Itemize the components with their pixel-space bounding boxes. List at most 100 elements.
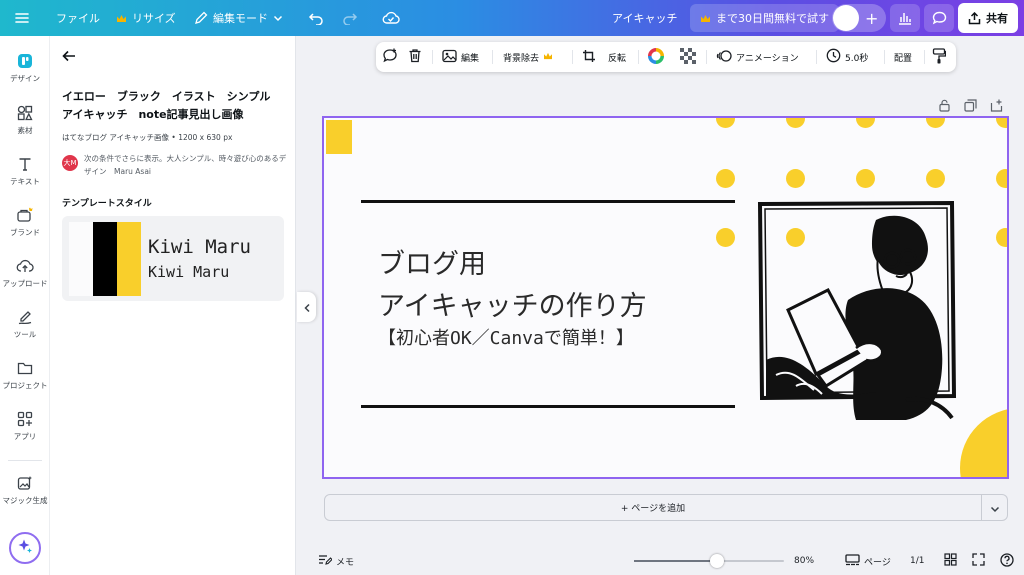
palette-swatch-black <box>93 222 117 296</box>
share-label: 共有 <box>986 12 1008 25</box>
bottom-rule-line[interactable] <box>361 405 735 408</box>
toolbar-divider <box>884 50 885 64</box>
rail-item-tools[interactable]: ツール <box>0 308 50 340</box>
resize-button[interactable]: リサイズ <box>116 0 176 36</box>
chevron-left-icon <box>303 298 311 317</box>
rail-item-projects[interactable]: プロジェクト <box>0 359 50 391</box>
edit-image-label: 編集 <box>461 53 480 64</box>
rail-item-apps[interactable]: アプリ <box>0 410 50 442</box>
document-title[interactable]: アイキャッチ <box>612 0 677 36</box>
shapes-icon <box>16 104 34 122</box>
fullscreen-button[interactable] <box>972 547 985 575</box>
copy-style-button[interactable] <box>932 42 947 72</box>
crop-button[interactable] <box>582 42 596 72</box>
rail-label: 素材 <box>17 126 33 135</box>
rail-item-design[interactable]: デザイン <box>0 52 50 84</box>
file-menu-button[interactable]: ファイル <box>56 0 100 36</box>
collapse-panel-button[interactable] <box>297 292 316 322</box>
menu-button[interactable] <box>14 0 30 36</box>
flip-button[interactable]: 反転 <box>608 42 626 72</box>
left-rail: デザイン 素材 テキスト ブランド アップロード ツール プロジェクト アプリ … <box>0 36 50 575</box>
headline-line-3[interactable]: 【初心者OK／Canvaで簡単！】 <box>378 324 634 350</box>
redo-button[interactable] <box>342 0 358 36</box>
toolbar-divider <box>924 50 925 64</box>
chevron-down-icon <box>990 498 1000 517</box>
rail-item-text[interactable]: テキスト <box>0 155 50 187</box>
free-trial-label: まで30日間無料で試す <box>716 12 829 25</box>
rail-item-uploads[interactable]: アップロード <box>0 257 50 289</box>
animation-label: アニメーション <box>736 53 799 64</box>
headline-line-2[interactable]: アイキャッチの作り方 <box>378 284 647 323</box>
share-button[interactable]: 共有 <box>958 3 1018 33</box>
duplicate-page-button[interactable] <box>964 97 977 116</box>
template-meta: はてなブログ アイキャッチ画像 • 1200 x 630 px <box>62 133 233 142</box>
top-bar: ファイル リサイズ 編集モード アイキャッチ まで30日間無料で試す + 共有 <box>0 0 1024 36</box>
animate-button[interactable]: アニメーション <box>716 42 799 72</box>
rail-label: ブランド <box>10 228 40 237</box>
collaborator-avatar-group[interactable]: + <box>832 4 886 32</box>
yellow-accent-square[interactable] <box>326 120 352 154</box>
delete-button[interactable] <box>408 42 422 72</box>
toolbar-divider <box>572 50 573 64</box>
background-remover-button[interactable]: 背景除去 <box>503 42 553 72</box>
add-page-options-button[interactable] <box>982 494 1008 521</box>
rail-label: プロジェクト <box>2 381 48 390</box>
design-canvas[interactable]: ブログ用 アイキャッチの作り方 【初心者OK／Canvaで簡単！】 <box>322 116 1009 479</box>
toolbar-divider <box>492 50 493 64</box>
page-counter[interactable]: 1/1 <box>910 547 924 575</box>
lock-page-button[interactable] <box>938 97 951 116</box>
pages-view-button[interactable]: ページ <box>845 547 891 575</box>
template-style-card[interactable]: Kiwi Maru Kiwi Maru <box>62 216 284 301</box>
avatar[interactable] <box>833 5 859 31</box>
edit-mode-dropdown[interactable]: 編集モード <box>194 0 283 36</box>
pages-icon <box>845 553 860 569</box>
yellow-dot <box>716 118 735 128</box>
duration-button[interactable]: 5.0秒 <box>826 42 868 72</box>
rail-item-brand[interactable]: ブランド <box>0 206 50 238</box>
transparency-button[interactable] <box>680 42 696 72</box>
comment-plus-icon <box>382 48 398 67</box>
free-trial-button[interactable]: まで30日間無料で試す <box>690 4 839 32</box>
notes-button[interactable]: メモ <box>318 547 354 575</box>
yellow-dot <box>996 118 1007 128</box>
notes-label: メモ <box>336 557 355 568</box>
rail-item-elements[interactable]: 素材 <box>0 104 50 136</box>
help-icon <box>1000 552 1014 570</box>
yellow-quarter-circle[interactable] <box>960 408 1007 477</box>
zoom-slider[interactable] <box>634 554 784 568</box>
help-button[interactable] <box>1000 547 1014 575</box>
author-avatar[interactable]: 大M <box>62 155 78 171</box>
text-icon <box>16 155 34 173</box>
duplicate-icon <box>964 97 977 116</box>
color-wheel-icon <box>647 47 665 68</box>
comment-add-button[interactable] <box>382 42 398 72</box>
bar-chart-icon <box>898 11 912 25</box>
zoom-slider-handle[interactable] <box>709 554 724 568</box>
magic-assistant-button[interactable] <box>9 532 41 564</box>
grid-view-button[interactable] <box>944 547 957 575</box>
add-page-after-button[interactable] <box>990 97 1003 116</box>
clock-icon <box>826 48 841 66</box>
add-collaborator-icon[interactable]: + <box>865 9 878 28</box>
color-picker-button[interactable] <box>647 42 665 72</box>
rail-label: マジック生成 <box>2 496 48 505</box>
lock-icon <box>938 97 951 116</box>
cloud-save-button[interactable] <box>382 0 400 36</box>
position-button[interactable]: 配置 <box>894 42 912 72</box>
rail-item-magic-media[interactable]: マジック生成 <box>0 474 50 506</box>
template-description[interactable]: 次の条件でさらに表示。大人シンプル、時々遊び心のあるデザイン Maru Asai <box>84 152 290 178</box>
yellow-dot <box>716 169 735 188</box>
back-button[interactable] <box>62 48 76 67</box>
insights-button[interactable] <box>890 4 920 32</box>
edit-image-button[interactable]: 編集 <box>442 42 479 72</box>
top-rule-line[interactable] <box>361 200 735 203</box>
comments-button[interactable] <box>924 4 954 32</box>
headline-line-1[interactable]: ブログ用 <box>378 242 486 281</box>
comment-icon <box>932 11 947 25</box>
add-page-button[interactable]: + ページを追加 <box>324 494 982 521</box>
zoom-value[interactable]: 80% <box>794 547 814 575</box>
file-menu-label: ファイル <box>56 12 100 25</box>
flip-label: 反転 <box>608 53 627 64</box>
undo-button[interactable] <box>308 0 324 36</box>
woman-with-laptop-illustration[interactable] <box>756 200 958 424</box>
